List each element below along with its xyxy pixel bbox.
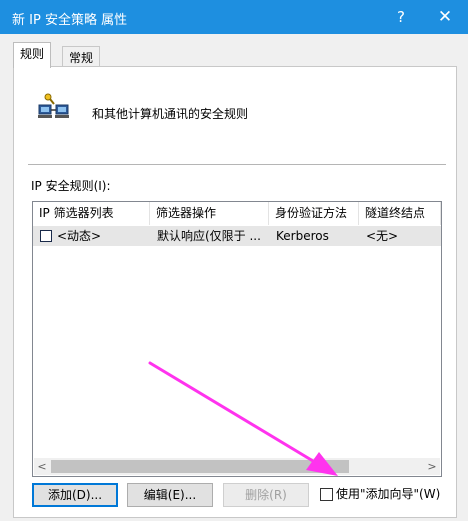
network-computers-icon bbox=[38, 93, 69, 118]
remove-button[interactable]: 删除(R) bbox=[223, 483, 309, 507]
separator bbox=[28, 164, 446, 165]
cell-tunnel-endpoint: <无> bbox=[366, 229, 399, 243]
horizontal-scrollbar[interactable]: < > bbox=[34, 458, 440, 475]
window-title: 新 IP 安全策略 属性 bbox=[12, 13, 128, 28]
scroll-left-icon[interactable]: < bbox=[34, 458, 50, 475]
help-button[interactable]: ? bbox=[380, 0, 422, 34]
cell-filter-list: <动态> bbox=[57, 229, 102, 243]
column-header-filter-list[interactable]: IP 筛选器列表 bbox=[33, 202, 150, 225]
rules-tab-panel: 和其他计算机通讯的安全规则 IP 安全规则(I): IP 筛选器列表 筛选器操作… bbox=[13, 66, 457, 518]
close-button[interactable]: ✕ bbox=[424, 0, 466, 34]
rules-list-label: IP 安全规则(I): bbox=[31, 179, 111, 193]
edit-button[interactable]: 编辑(E)... bbox=[127, 483, 213, 507]
add-button[interactable]: 添加(D)... bbox=[32, 483, 118, 507]
dialog-body: 规则 常规 和其他计算机通讯的安全规则 IP 安全规则(I): IP 筛选器列表… bbox=[0, 34, 468, 521]
rule-checkbox[interactable] bbox=[40, 230, 52, 242]
tab-rules[interactable]: 规则 bbox=[13, 42, 52, 68]
table-row[interactable]: <动态> 默认响应(仅限于 ... Kerberos <无> bbox=[33, 226, 441, 246]
header-description: 和其他计算机通讯的安全规则 bbox=[92, 107, 249, 121]
rules-list[interactable]: IP 筛选器列表 筛选器操作 身份验证方法 隧道终结点 <动态> 默认响应(仅限… bbox=[32, 201, 442, 477]
column-header-auth-method[interactable]: 身份验证方法 bbox=[269, 202, 359, 225]
title-bar: 新 IP 安全策略 属性 ? ✕ bbox=[0, 0, 468, 34]
scroll-thumb[interactable] bbox=[51, 460, 349, 473]
cell-filter-action: 默认响应(仅限于 ... bbox=[157, 229, 261, 243]
column-header-filter-action[interactable]: 筛选器操作 bbox=[150, 202, 269, 225]
add-wizard-checkbox[interactable] bbox=[320, 488, 333, 501]
scroll-right-icon[interactable]: > bbox=[424, 458, 440, 475]
add-wizard-label[interactable]: 使用"添加向导"(W) bbox=[336, 485, 440, 502]
cell-auth-method: Kerberos bbox=[276, 229, 329, 243]
column-header-tunnel-endpoint[interactable]: 隧道终结点 bbox=[359, 202, 441, 225]
